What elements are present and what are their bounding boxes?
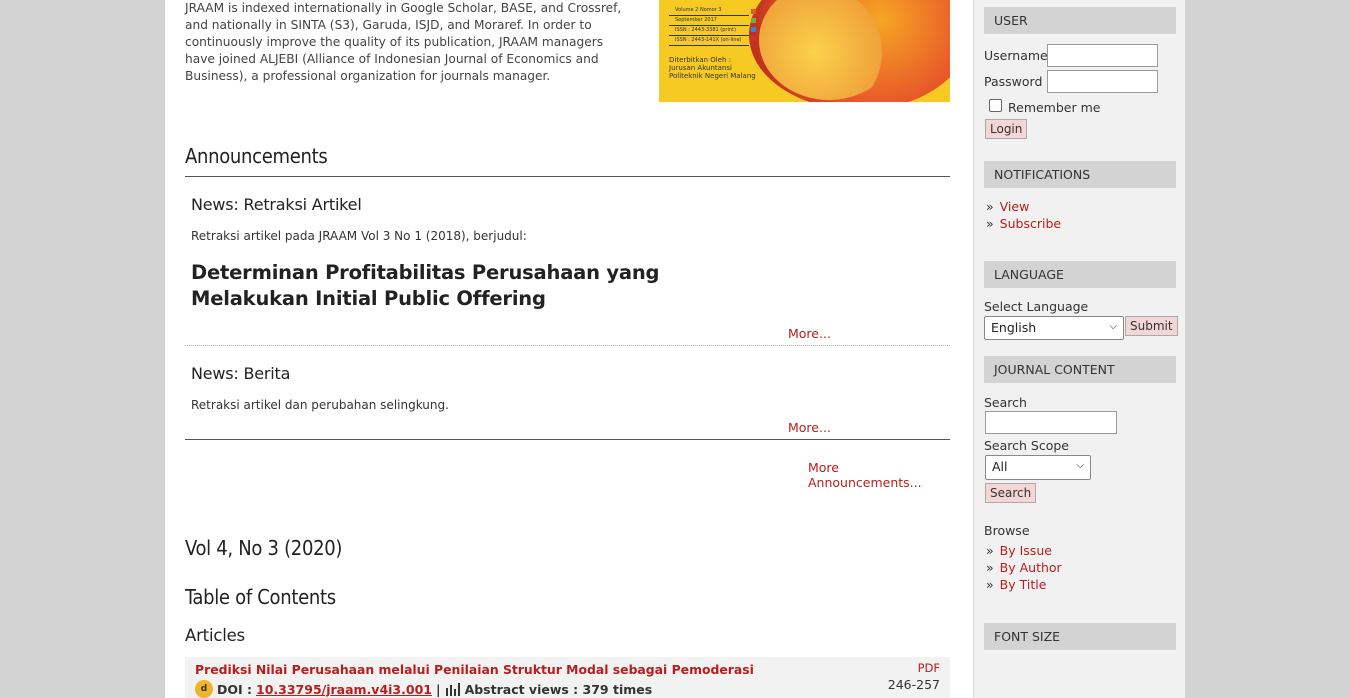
link-label: By Author xyxy=(999,560,1062,575)
notifications-view-link[interactable]: » View xyxy=(986,199,1029,214)
username-input[interactable] xyxy=(1047,44,1158,67)
cover-line: September 2017 xyxy=(669,16,749,26)
language-selected: English xyxy=(991,320,1037,335)
sidebar: USER Username Password Remember me Login… xyxy=(973,0,1185,698)
search-label: Search xyxy=(984,395,1027,410)
link-label: View xyxy=(999,199,1030,214)
cover-publisher-line: Diterbitkan Oleh : xyxy=(669,56,732,64)
article-row: Prediksi Nilai Perusahaan melalui Penila… xyxy=(185,657,950,698)
search-button[interactable]: Search xyxy=(985,483,1037,503)
password-input[interactable] xyxy=(1047,70,1158,93)
chevron-down-icon: ⌵ xyxy=(1109,321,1117,332)
cover-line: Volume 2 Nomor 3 xyxy=(669,6,749,16)
cover-color-square xyxy=(751,36,756,41)
section-heading: Articles xyxy=(185,626,245,645)
announcement-summary: Retraksi artikel dan perubahan selingkun… xyxy=(191,398,449,412)
cover-info: Volume 2 Nomor 3 September 2017 ISSN : 2… xyxy=(669,6,749,46)
journal-content-heading: JOURNAL CONTENT xyxy=(984,356,1176,383)
cover-color-square xyxy=(751,27,756,32)
username-label: Username xyxy=(984,48,1048,63)
issue-heading: Vol 4, No 3 (2020) xyxy=(185,536,343,560)
search-input[interactable] xyxy=(985,411,1117,434)
more-announcements-link[interactable]: More Announcements... xyxy=(808,460,950,490)
browse-label: Browse xyxy=(984,523,1030,538)
cover-color-square xyxy=(751,9,756,14)
doi-link[interactable]: 10.33795/jraam.v4i3.001 xyxy=(256,682,432,697)
cover-line: ISSN : 2443-141X (on-line) xyxy=(669,36,749,46)
announcement-title: News: Berita xyxy=(191,364,291,383)
link-label: By Issue xyxy=(999,543,1052,558)
font-size-heading: FONT SIZE xyxy=(984,623,1176,650)
page: JRAAM is indexed internationally in Goog… xyxy=(165,0,1185,698)
search-scope-label: Search Scope xyxy=(984,438,1069,453)
language-submit-button[interactable]: Submit xyxy=(1125,316,1178,336)
main-content: JRAAM is indexed internationally in Goog… xyxy=(185,0,950,698)
article-pages: 246-257 xyxy=(887,677,940,692)
announcement-highlight-title: Determinan Profitabilitas Perusahaan yan… xyxy=(191,261,660,310)
journal-description: JRAAM is indexed internationally in Goog… xyxy=(185,1,622,83)
remember-me-checkbox[interactable] xyxy=(989,99,1002,112)
cover-publisher-line: Jurusan Akuntansi xyxy=(669,64,732,72)
browse-by-author-link[interactable]: » By Author xyxy=(986,560,1062,575)
announcement-more-link[interactable]: More... xyxy=(788,420,831,435)
link-label: By Title xyxy=(999,577,1047,592)
remember-me-label: Remember me xyxy=(1008,100,1101,115)
language-heading: LANGUAGE xyxy=(984,261,1176,288)
announcement-more-link[interactable]: More... xyxy=(788,326,831,341)
announcement-summary: Retraksi artikel pada JRAAM Vol 3 No 1 (… xyxy=(191,229,527,243)
login-button[interactable]: Login xyxy=(985,119,1028,139)
doi-label: DOI : xyxy=(217,681,253,697)
doi-icon: d xyxy=(195,680,213,698)
article-pdf-link[interactable]: PDF xyxy=(918,661,940,675)
cover-line: ISSN : 2443-3381 (print) xyxy=(669,26,749,36)
journal-cover-image[interactable]: Volume 2 Nomor 3 September 2017 ISSN : 2… xyxy=(659,0,950,102)
browse-by-title-link[interactable]: » By Title xyxy=(986,577,1046,592)
notifications-subscribe-link[interactable]: » Subscribe xyxy=(986,216,1061,231)
browse-by-issue-link[interactable]: » By Issue xyxy=(986,543,1052,558)
cover-color-square xyxy=(751,18,756,23)
password-label: Password xyxy=(984,74,1043,89)
link-label: Subscribe xyxy=(999,216,1062,231)
notifications-heading: NOTIFICATIONS xyxy=(984,161,1176,188)
search-scope-selected: All xyxy=(992,459,1008,474)
search-scope-select[interactable]: All ⌵ xyxy=(985,455,1091,480)
cover-publisher-line: Politeknik Negeri Malang xyxy=(669,72,756,80)
separator: | xyxy=(435,681,441,697)
announcement-title: News: Retraksi Artikel xyxy=(191,195,362,214)
stats-chart-icon xyxy=(445,683,460,696)
divider xyxy=(185,345,950,346)
toc-heading: Table of Contents xyxy=(185,585,336,609)
language-label: Select Language xyxy=(984,299,1089,314)
divider xyxy=(185,176,950,177)
cover-publisher: Diterbitkan Oleh : Jurusan Akuntansi Pol… xyxy=(669,56,756,80)
user-block-heading: USER xyxy=(984,7,1176,34)
divider xyxy=(185,439,950,440)
article-doi-line: d DOI : 10.33795/jraam.v4i3.001 | Abstra… xyxy=(195,680,652,698)
abstract-views: Abstract views : 379 times xyxy=(464,681,653,697)
announcements-heading: Announcements xyxy=(185,144,328,168)
article-title-link[interactable]: Prediksi Nilai Perusahaan melalui Penila… xyxy=(195,662,754,677)
chevron-down-icon: ⌵ xyxy=(1076,460,1084,471)
language-select[interactable]: English ⌵ xyxy=(984,316,1124,340)
